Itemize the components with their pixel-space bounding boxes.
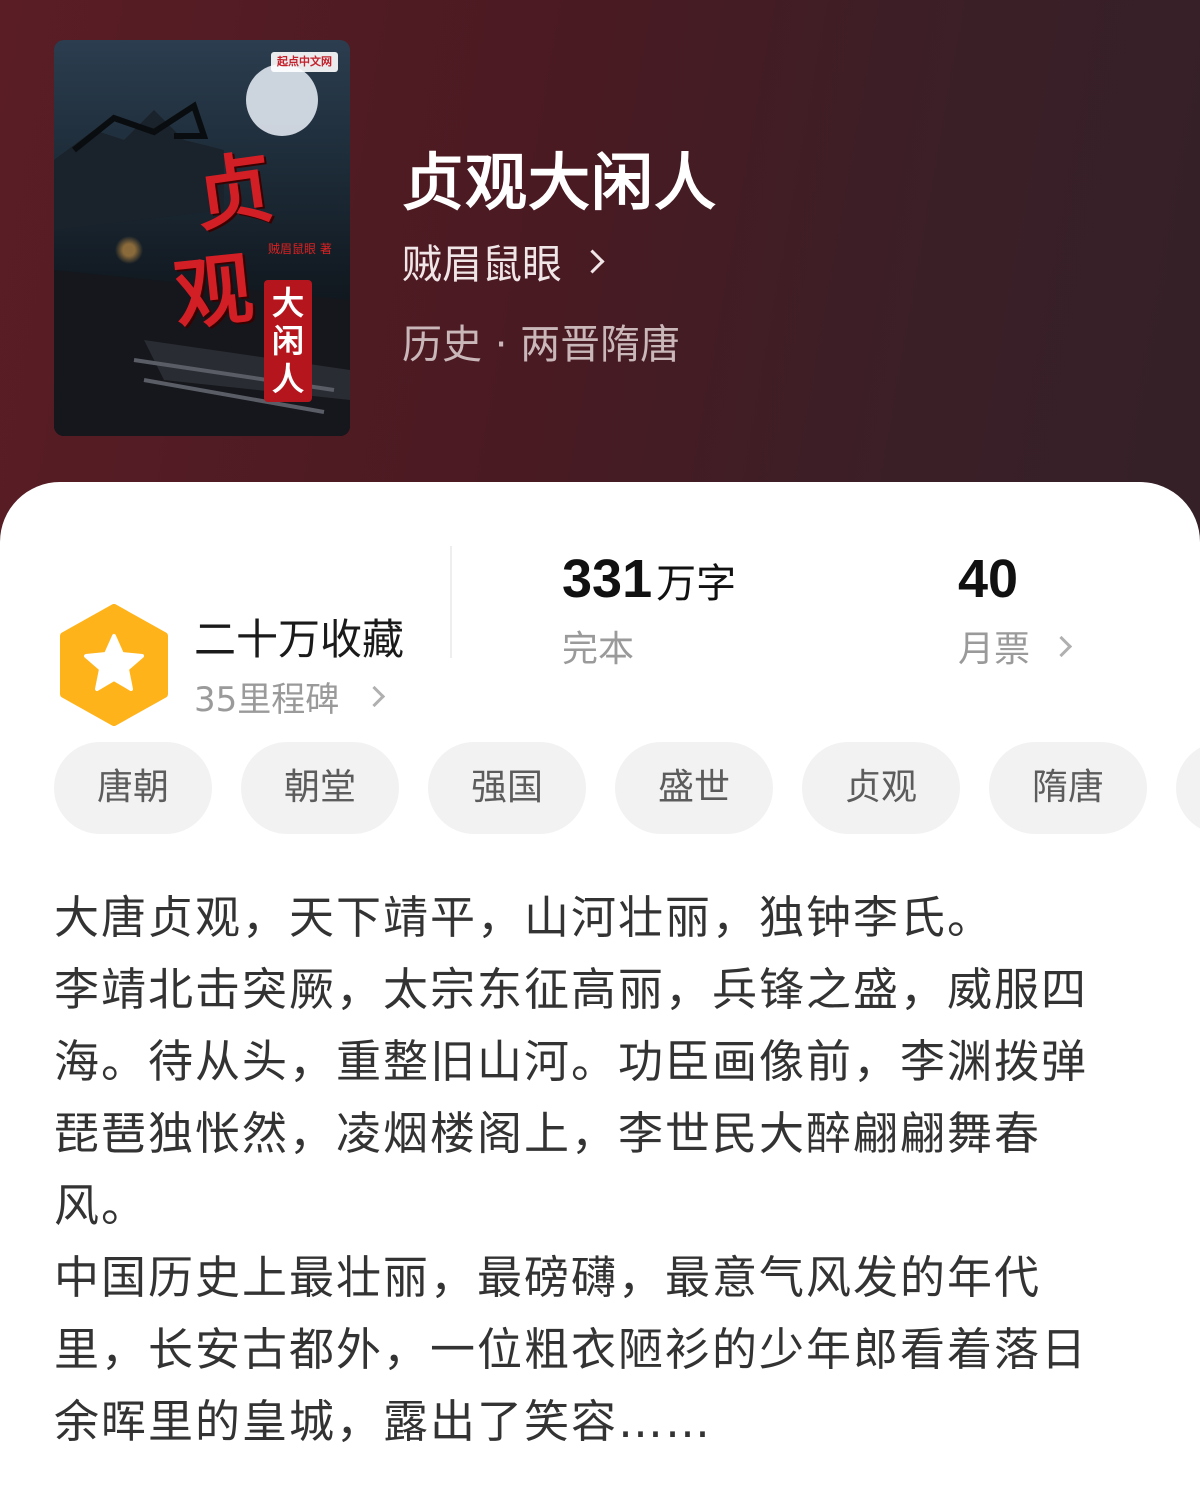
- star-badge-icon[interactable]: [58, 604, 170, 726]
- tag-chip[interactable]: 贞观: [802, 742, 960, 834]
- chevron-right-icon: [580, 248, 605, 274]
- author-name: 贼眉鼠眼: [402, 242, 562, 288]
- tag-chip[interactable]: 强国: [428, 742, 586, 834]
- tag-chip[interactable]: 隋唐: [989, 742, 1147, 834]
- collection-title: 二十万收藏: [194, 615, 405, 664]
- author-link[interactable]: 贼眉鼠眼: [402, 232, 605, 290]
- book-cover[interactable]: 起点中文网 贞 观 贼眉鼠眼 著 大闲人: [54, 40, 350, 436]
- description-paragraph: 李靖北击突厥，太宗东征高丽，兵锋之盛，威服四海。待从头，重整旧山河。功臣画像前，…: [54, 963, 1089, 1232]
- chevron-right-icon: [1050, 635, 1073, 657]
- cover-author: 贼眉鼠眼 著: [268, 242, 332, 256]
- word-count-unit: 万字: [656, 561, 737, 607]
- tag-list: 唐朝 朝堂 强国 盛世 贞观 隋唐: [54, 742, 1200, 836]
- tag-chip[interactable]: 盛世: [615, 742, 773, 834]
- book-description: 大唐贞观，天下靖平，山河壮丽，独钟李氏。 李靖北击突厥，太宗东征高丽，兵锋之盛，…: [54, 882, 1114, 1458]
- tag-chip[interactable]: 朝堂: [241, 742, 399, 834]
- chevron-right-icon: [364, 685, 386, 708]
- word-count-stat: 331 万字 完本: [562, 548, 736, 672]
- cover-subtitle: 大闲人: [264, 280, 312, 402]
- monthly-ticket-stat[interactable]: 40 月票: [958, 548, 1073, 672]
- publisher-logo: 起点中文网: [271, 52, 338, 72]
- book-status: 完本: [562, 629, 635, 670]
- tag-chip[interactable]: 唐朝: [54, 742, 212, 834]
- description-paragraph: 中国历史上最壮丽，最磅礴，最意气风发的年代里，长安古都外，一位粗衣陋衫的少年郎看…: [54, 1251, 1089, 1448]
- monthly-ticket-label: 月票: [958, 629, 1031, 670]
- milestone-label: 35里程碑: [194, 680, 340, 720]
- book-genre: 历史 · 两晋隋唐: [402, 322, 681, 368]
- cover-title-char: 观: [170, 243, 258, 342]
- word-count-value: 331: [562, 549, 653, 609]
- milestone-link[interactable]: 35里程碑: [194, 672, 386, 721]
- monthly-ticket-value: 40: [958, 549, 1019, 609]
- description-paragraph: 大唐贞观，天下靖平，山河壮丽，独钟李氏。: [54, 891, 995, 944]
- monthly-ticket-link[interactable]: 月票: [958, 620, 1073, 672]
- tag-chip-overflow[interactable]: [1176, 742, 1200, 834]
- book-header: 起点中文网 贞 观 贼眉鼠眼 著 大闲人 贞观大闲人 贼眉鼠眼 历史 · 两晋隋…: [0, 0, 1200, 560]
- stats-divider: [450, 546, 452, 658]
- book-title: 贞观大闲人: [402, 146, 718, 219]
